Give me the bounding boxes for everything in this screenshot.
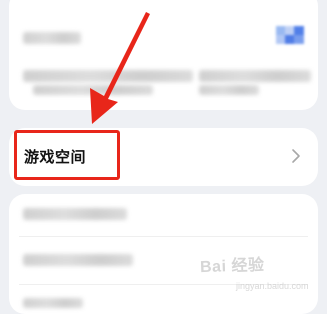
settings-card-top <box>9 0 318 110</box>
game-space-row[interactable]: 游戏空间 <box>9 128 318 186</box>
chevron-right-icon <box>290 148 302 164</box>
app-icon <box>276 26 304 44</box>
blurred-row-text <box>23 298 83 308</box>
blurred-row-text <box>199 70 311 82</box>
blurred-row-text <box>23 254 133 266</box>
blurred-row-text <box>33 85 153 95</box>
game-space-label: 游戏空间 <box>24 148 87 166</box>
blurred-row-text <box>23 208 127 220</box>
blurred-row-text <box>199 85 259 95</box>
settings-card-bottom <box>9 194 318 314</box>
divider <box>19 284 308 285</box>
blurred-row-label <box>23 32 81 44</box>
divider <box>19 236 308 237</box>
blurred-row-text <box>23 70 193 82</box>
